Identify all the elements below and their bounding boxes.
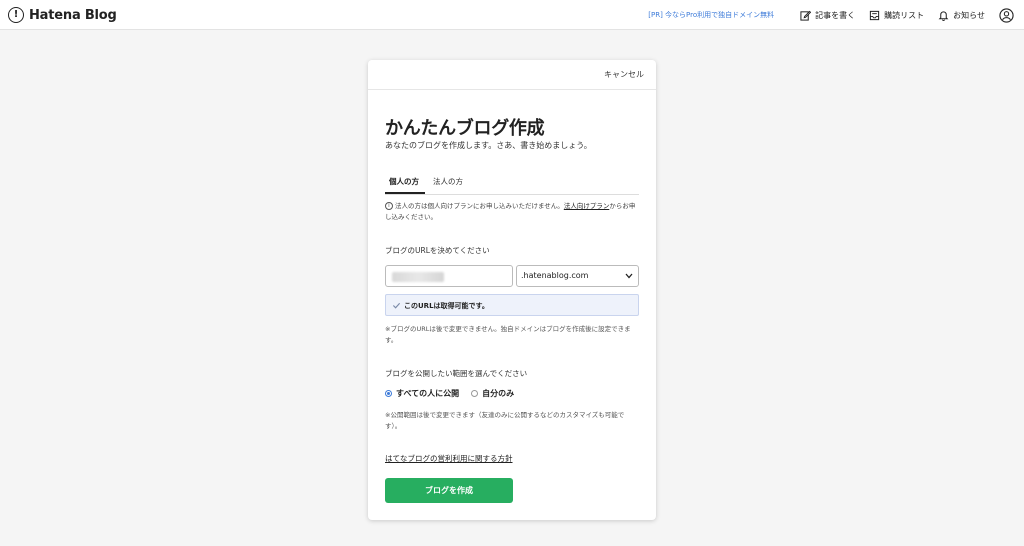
- cancel-button[interactable]: キャンセル: [604, 69, 644, 80]
- tab-individual[interactable]: 個人の方: [389, 176, 419, 187]
- user-avatar-icon: [999, 7, 1014, 23]
- pr-link[interactable]: [PR] 今ならPro利用で独自ドメイン無料: [648, 10, 774, 20]
- user-menu-button[interactable]: [999, 7, 1014, 23]
- info-icon: i: [385, 202, 393, 210]
- inbox-icon: [870, 10, 880, 20]
- domain-select[interactable]: .hatenablog.com: [516, 265, 639, 287]
- edit-icon: [800, 10, 812, 21]
- corporate-notice: i 法人の方は個人向けプランにお申し込みいただけません。法人向けプランからお申し込…: [385, 201, 639, 223]
- hatena-blog-logo[interactable]: ! Hatena Blog: [8, 6, 117, 24]
- bell-icon: [938, 10, 949, 21]
- domain-selected-value: .hatenablog.com: [521, 271, 589, 280]
- top-header: ! Hatena Blog [PR] 今ならPro利用で独自ドメイン無料 記事を…: [0, 0, 1024, 30]
- blog-create-card: キャンセル かんたんブログ作成 あなたのブログを作成します。さあ、書き始めましょ…: [368, 60, 656, 520]
- url-note: ※ブログのURLは後で変更できません。独自ドメインはブログを作成後に設定できます…: [385, 325, 631, 344]
- card-topbar: キャンセル: [368, 60, 656, 90]
- active-tab-indicator: [385, 192, 425, 194]
- hatena-logo-icon: !: [8, 7, 24, 23]
- reading-list-button[interactable]: 購読リスト: [869, 10, 924, 21]
- radio-public[interactable]: [385, 389, 392, 397]
- header-nav: [PR] 今ならPro利用で独自ドメイン無料 記事を書く 購読リスト お知らせ: [648, 0, 1014, 30]
- account-type-tabs: 個人の方 法人の方: [385, 170, 639, 195]
- tab-corporate[interactable]: 法人の方: [433, 176, 463, 187]
- create-blog-button[interactable]: ブログを作成: [385, 478, 513, 503]
- write-article-button[interactable]: 記事を書く: [800, 10, 855, 21]
- corporate-plan-link[interactable]: 法人向けプラン: [564, 202, 610, 210]
- visibility-options: すべての人に公開 自分のみ: [385, 387, 526, 399]
- page-title: かんたんブログ作成: [385, 118, 545, 139]
- chevron-down-icon: [625, 273, 633, 279]
- url-section-label: ブログのURLを決めてください: [385, 246, 490, 255]
- page-subtitle: あなたのブログを作成します。さあ、書き始めましょう。: [385, 141, 592, 150]
- url-availability-status: このURLは取得可能です。: [385, 294, 639, 316]
- radio-private[interactable]: [471, 389, 479, 397]
- availability-message: このURLは取得可能です。: [404, 302, 489, 310]
- commercial-use-policy-link[interactable]: はてなブログの営利利用に関する方針: [385, 453, 513, 464]
- radio-public-label[interactable]: すべての人に公開: [396, 388, 459, 399]
- check-icon: [392, 302, 401, 309]
- notifications-button[interactable]: お知らせ: [938, 10, 985, 21]
- redacted-url-value: [392, 272, 444, 282]
- write-article-label: 記事を書く: [815, 10, 856, 20]
- brand-name: Hatena Blog: [29, 7, 117, 23]
- reading-list-label: 購読リスト: [884, 10, 925, 20]
- notice-prefix: 法人の方は個人向けプランにお申し込みいただけません。: [395, 202, 564, 210]
- visibility-note: ※公開範囲は後で変更できます（友達のみに公開するなどのカスタマイズも可能です）。: [385, 411, 625, 430]
- blog-url-input[interactable]: [385, 265, 513, 287]
- radio-private-label[interactable]: 自分のみ: [482, 388, 514, 399]
- notifications-label: お知らせ: [953, 10, 985, 20]
- visibility-section-label: ブログを公開したい範囲を選んでください: [385, 369, 528, 378]
